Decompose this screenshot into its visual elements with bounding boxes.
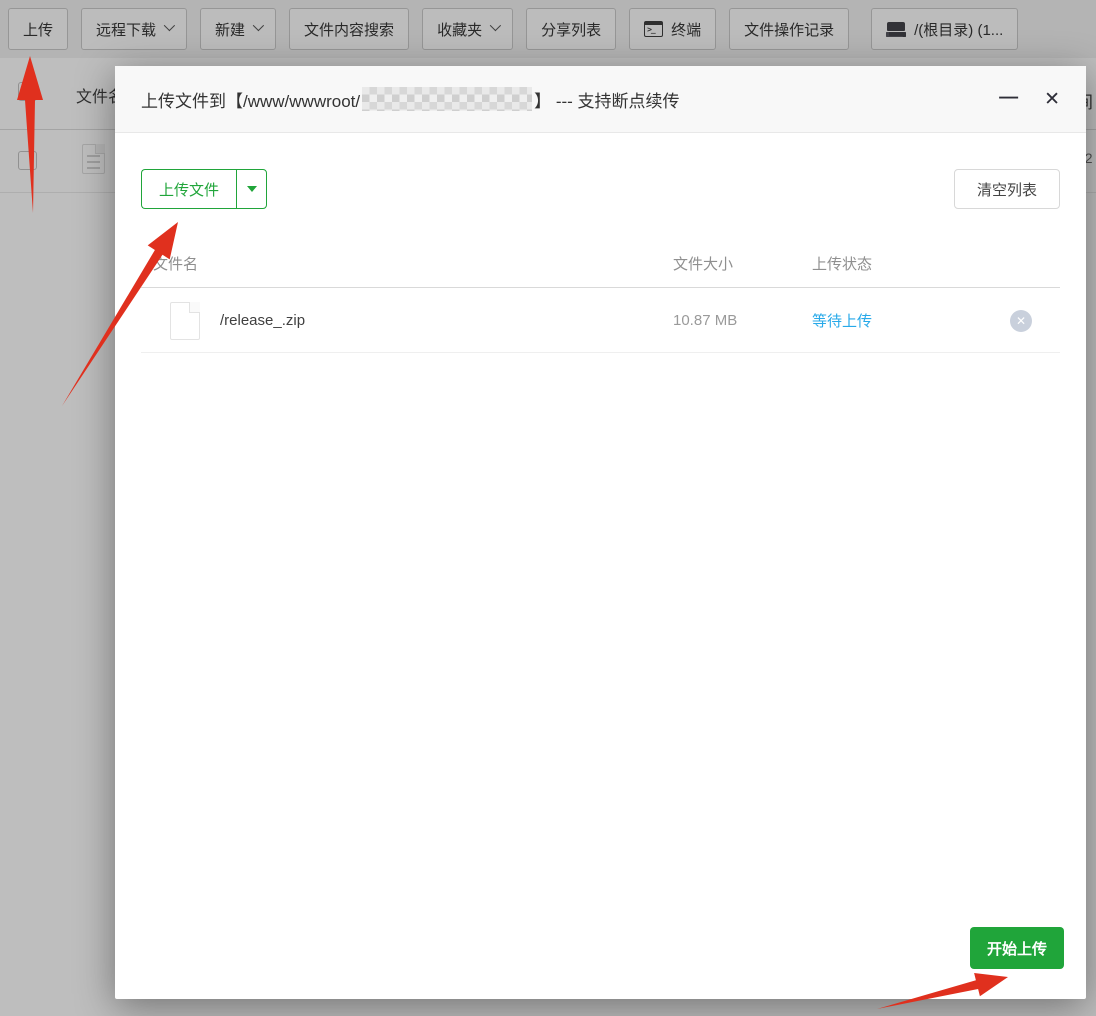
upload-file-button[interactable]: 上传文件	[141, 169, 237, 209]
upload-type-dropdown[interactable]	[236, 169, 268, 209]
upload-dialog: 上传文件到【/www/wwwroot/ 】 --- 支持断点续传 — ✕ 上传文…	[115, 66, 1086, 999]
upload-table-header: 文件名 文件大小 上传状态	[141, 240, 1060, 288]
clear-list-button[interactable]: 清空列表	[953, 169, 1060, 209]
upload-file-label: 上传文件	[159, 181, 220, 199]
close-icon[interactable]: ✕	[1044, 90, 1060, 109]
upload-dialog-title: 上传文件到【/www/wwwroot/ 】 --- 支持断点续传	[141, 87, 680, 112]
column-header-filename: 文件名	[153, 256, 199, 273]
file-icon	[170, 301, 200, 340]
upload-table-row: /release_.zip 10.87 MB 等待上传 ✕	[141, 289, 1060, 353]
clear-list-label: 清空列表	[976, 181, 1037, 199]
remove-file-icon[interactable]: ✕	[1010, 309, 1032, 332]
censored-path-mosaic	[362, 87, 533, 111]
minimize-icon[interactable]: —	[999, 88, 1018, 107]
upload-file-split-button: 上传文件	[141, 169, 268, 209]
upload-actions-row: 上传文件 清空列表	[141, 168, 1060, 210]
upload-dialog-header: 上传文件到【/www/wwwroot/ 】 --- 支持断点续传 — ✕	[115, 66, 1086, 133]
start-upload-button[interactable]: 开始上传	[969, 927, 1064, 969]
upload-status[interactable]: 等待上传	[812, 310, 936, 331]
column-header-filesize: 文件大小	[673, 256, 734, 273]
title-suffix: 】 --- 支持断点续传	[534, 91, 680, 111]
title-path-prefix: 上传文件到【/www/wwwroot/	[141, 91, 361, 111]
file-name: /release_.zip	[220, 312, 306, 329]
file-size: 10.87 MB	[673, 312, 738, 329]
file-manager-page: 上传 远程下载 新建 文件内容搜索 收藏夹 分享列表 终端	[0, 0, 1096, 1016]
file-name-cell: /release_.zip	[141, 301, 673, 340]
file-actions-cell: ✕	[936, 309, 1060, 332]
caret-down-icon	[246, 186, 257, 192]
window-controls: — ✕	[999, 88, 1060, 109]
start-upload-label: 开始上传	[986, 940, 1047, 958]
column-header-status: 上传状态	[812, 256, 873, 273]
